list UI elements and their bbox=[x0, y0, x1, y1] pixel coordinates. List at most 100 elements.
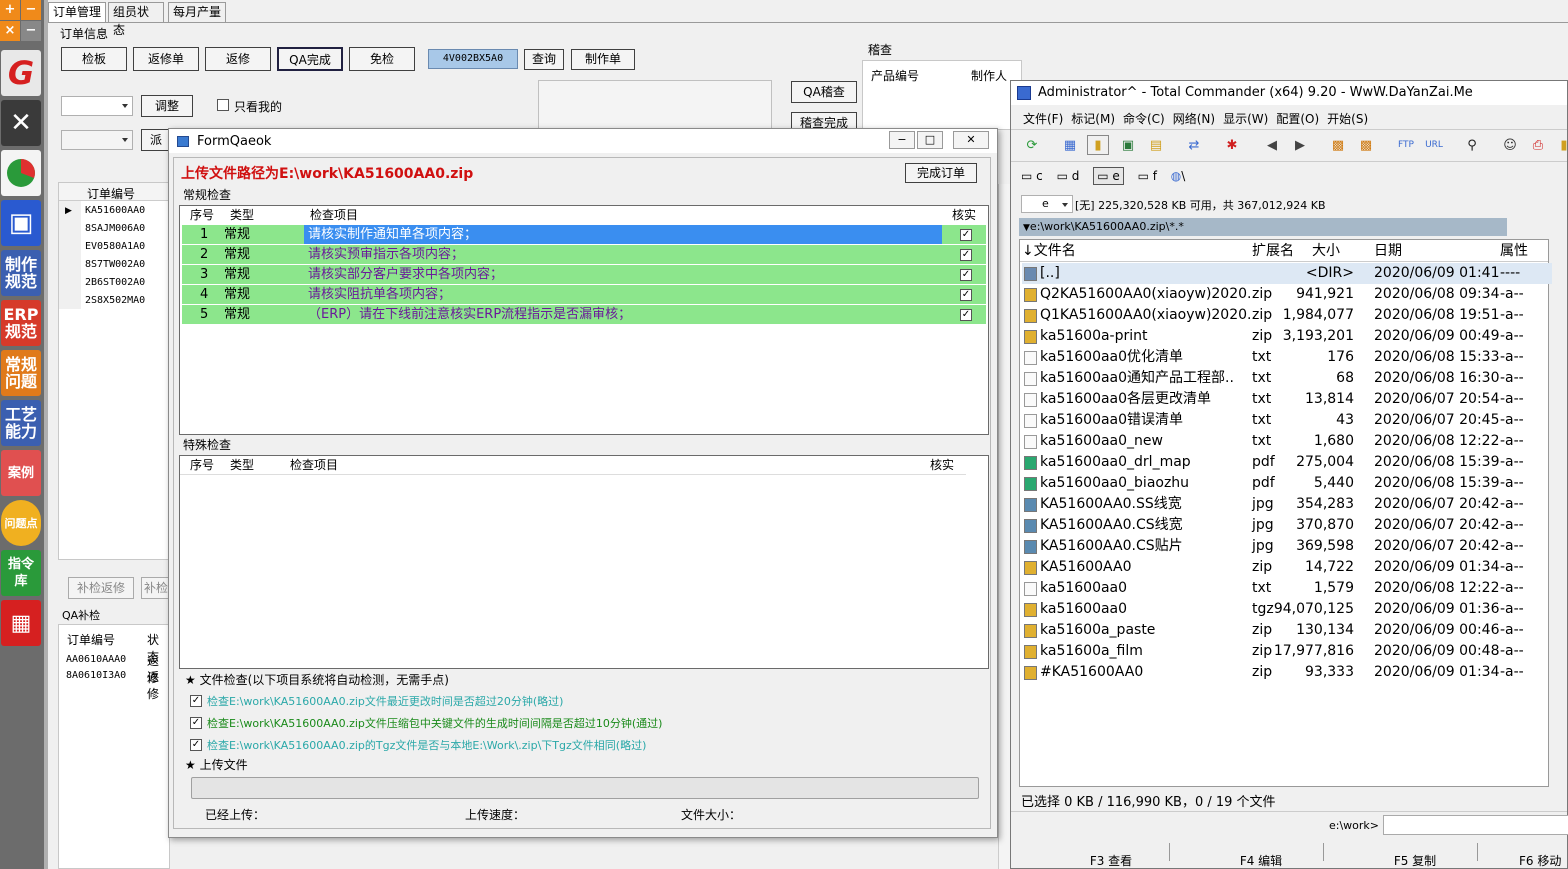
tab-monthly-output[interactable]: 每月产量 bbox=[168, 2, 226, 22]
file-row[interactable]: ka51600aa0 txt 1,579 2020/06/08 12:22 -a-- bbox=[1022, 578, 1552, 599]
genesis-logo-icon[interactable]: G bbox=[1, 50, 41, 96]
file-row[interactable]: ka51600aa0通知产品工程部.. txt 68 2020/06/08 16:30… bbox=[1022, 368, 1552, 389]
menu-command[interactable]: 命令(C) bbox=[1123, 112, 1165, 126]
verify-checkbox[interactable]: ✓ bbox=[960, 309, 972, 321]
file-row[interactable]: ka51600a_paste zip 130,134 2020/06/09 00:46… bbox=[1022, 620, 1552, 641]
menu-show[interactable]: 显示(W) bbox=[1223, 112, 1268, 126]
maximize-icon[interactable]: □ bbox=[917, 131, 943, 149]
dispatch-button[interactable]: 派 bbox=[141, 129, 171, 151]
search-binoculars-icon[interactable]: ⚲ bbox=[1461, 135, 1483, 155]
rail-item-0[interactable]: 制作 规范 bbox=[1, 250, 41, 296]
file-row[interactable]: ka51600aa0 tgz 94,070,125 2020/06/09 01:36-… bbox=[1022, 599, 1552, 620]
recheck-button[interactable]: 补检 bbox=[141, 577, 171, 599]
order-row[interactable]: 2B6ST002A0 bbox=[85, 274, 145, 292]
calendar-icon[interactable]: ▦ bbox=[1, 600, 41, 646]
menu-mark[interactable]: 标记(M) bbox=[1071, 112, 1115, 126]
repair-button[interactable]: 返修 bbox=[205, 47, 271, 71]
file-row[interactable]: ka51600aa0_biaozhu pdf 5,440 2020/06/08 15:… bbox=[1022, 473, 1552, 494]
qa-audit-button[interactable]: QA稽查 bbox=[791, 81, 857, 103]
only-mine-checkbox[interactable] bbox=[217, 99, 229, 111]
rail-item-5[interactable]: 问题点 bbox=[1, 500, 41, 546]
check-row[interactable]: 2 常规 请核实预审指示各项内容； ✓ bbox=[182, 245, 986, 265]
tools-icon[interactable]: ✕ bbox=[1, 100, 41, 146]
header-size[interactable]: 大小 bbox=[1312, 240, 1340, 262]
tree-icon[interactable]: ▤ bbox=[1145, 135, 1167, 155]
check-row[interactable]: 4 常规 请核实阻抗单各项内容； ✓ bbox=[182, 285, 986, 305]
header-attr[interactable]: 属性 bbox=[1500, 240, 1528, 262]
order-row[interactable]: KA51600AA0 bbox=[85, 202, 145, 220]
collapse-icon[interactable]: − bbox=[21, 21, 41, 41]
f3-view-button[interactable]: F3 查看 bbox=[1061, 853, 1161, 869]
drive-network[interactable]: ◍\ bbox=[1171, 169, 1186, 183]
drive-e[interactable]: ▭ e bbox=[1093, 167, 1124, 185]
tab-order-management[interactable]: 订单管理 bbox=[48, 2, 106, 22]
rail-item-6[interactable]: 指令 库 bbox=[1, 550, 41, 596]
drive-f[interactable]: ▭ f bbox=[1138, 169, 1157, 183]
drive-select[interactable]: e bbox=[1021, 195, 1073, 213]
filter-select[interactable] bbox=[61, 96, 133, 116]
recheck-repair-button[interactable]: 补检返修 bbox=[68, 577, 134, 599]
user-icon[interactable]: ☺ bbox=[1499, 135, 1521, 155]
header-ext[interactable]: 扩展名 bbox=[1252, 240, 1294, 262]
qa-row-id[interactable]: 8A0610I3A0 bbox=[66, 667, 126, 685]
file-row[interactable]: KA51600AA0 zip 14,722 2020/06/09 01:34 -a-- bbox=[1022, 557, 1552, 578]
order-row[interactable]: 8S7TW002A0 bbox=[85, 256, 145, 274]
forward-arrow-icon[interactable]: ▶ bbox=[1289, 135, 1311, 155]
full-view-icon[interactable]: ▮ bbox=[1087, 135, 1109, 155]
repair-order-button[interactable]: 返修单 bbox=[133, 47, 199, 71]
chart-pie-icon[interactable] bbox=[1, 150, 41, 196]
file-row[interactable]: Q1KA51600AA0(xiaoyw)2020.. zip 1,984,077 20… bbox=[1022, 305, 1552, 326]
tab-member-status[interactable]: 组员状态 bbox=[108, 2, 164, 37]
minimize-icon[interactable]: − bbox=[889, 131, 915, 149]
check-row[interactable]: 1 常规 请核实制作通知单各项内容； ✓ bbox=[182, 225, 986, 245]
unpack-icon[interactable]: ▩ bbox=[1355, 135, 1377, 155]
pdf-icon[interactable]: ⎙ bbox=[1527, 135, 1549, 155]
header-date[interactable]: 日期 bbox=[1374, 240, 1402, 262]
current-path-bar[interactable]: ▼e:\work\KA51600AA0.zip\*.* bbox=[1019, 218, 1507, 236]
notes-icon[interactable]: ▮ bbox=[1553, 135, 1568, 155]
qa-complete-button[interactable]: QA完成 bbox=[277, 47, 343, 71]
rail-item-4[interactable]: 案例 bbox=[1, 450, 41, 496]
compare-icon[interactable]: ⇄ bbox=[1183, 135, 1205, 155]
file-row[interactable]: ka51600aa0优化清单 txt 176 2020/06/08 15:33 -a-- bbox=[1022, 347, 1552, 368]
file-row[interactable]: KA51600AA0.CS贴片 jpg 369,598 2020/06/07 20:4… bbox=[1022, 536, 1552, 557]
menu-net[interactable]: 网络(N) bbox=[1173, 112, 1215, 126]
check-row[interactable]: 3 常规 请核实部分客户要求中各项内容； ✓ bbox=[182, 265, 986, 285]
cmdline-input[interactable] bbox=[1383, 815, 1568, 835]
menu-config[interactable]: 配置(O) bbox=[1276, 112, 1319, 126]
ftp-icon[interactable]: FTP bbox=[1395, 135, 1417, 155]
order-row[interactable]: 2S8X502MA0 bbox=[85, 292, 145, 310]
save-disk-icon[interactable]: ▣ bbox=[1, 200, 41, 246]
assign-select[interactable] bbox=[61, 130, 133, 150]
file-row[interactable]: #KA51600AA0 zip 93,333 2020/06/09 01:34 -a-- bbox=[1022, 662, 1552, 683]
file-row[interactable]: ka51600aa0_new txt 1,680 2020/06/08 12:22 -a… bbox=[1022, 431, 1552, 452]
mark-icon[interactable]: ✱ bbox=[1221, 135, 1243, 155]
verify-checkbox[interactable]: ✓ bbox=[960, 269, 972, 281]
f5-copy-button[interactable]: F5 复制 bbox=[1365, 853, 1465, 869]
minus-icon[interactable]: − bbox=[21, 0, 41, 20]
order-code-field[interactable]: 4V002BX5A0 bbox=[428, 49, 518, 69]
exempt-button[interactable]: 免检 bbox=[349, 47, 415, 71]
complete-order-button[interactable]: 完成订单 bbox=[905, 163, 977, 183]
brief-view-icon[interactable]: ▦ bbox=[1059, 135, 1081, 155]
rail-item-2[interactable]: 常规 问题 bbox=[1, 350, 41, 396]
refresh-icon[interactable]: ⟳ bbox=[1021, 135, 1043, 155]
f6-move-button[interactable]: F6 移动 bbox=[1519, 853, 1568, 869]
file-row[interactable]: [..] <DIR> 2020/06/09 01:41 ---- bbox=[1022, 263, 1552, 284]
close-icon[interactable]: × bbox=[0, 21, 20, 41]
drive-c[interactable]: ▭ c bbox=[1021, 169, 1043, 183]
drive-d[interactable]: ▭ d bbox=[1057, 169, 1080, 183]
file-row[interactable]: KA51600AA0.CS线宽 jpg 370,870 2020/06/07 20:4… bbox=[1022, 515, 1552, 536]
order-row[interactable]: 8SAJM006A0 bbox=[85, 220, 145, 238]
file-row[interactable]: ka51600a-print zip 3,193,201 2020/06/09 00:… bbox=[1022, 326, 1552, 347]
rail-item-3[interactable]: 工艺 能力 bbox=[1, 400, 41, 446]
file-row[interactable]: ka51600aa0_drl_map pdf 275,004 2020/06/08 1… bbox=[1022, 452, 1552, 473]
url-icon[interactable]: URL bbox=[1423, 135, 1445, 155]
query-button[interactable]: 查询 bbox=[524, 49, 564, 70]
back-arrow-icon[interactable]: ◀ bbox=[1261, 135, 1283, 155]
make-sheet-button[interactable]: 制作单 bbox=[571, 49, 635, 70]
file-row[interactable]: ka51600a_film zip 17,977,816 2020/06/09 00:… bbox=[1022, 641, 1552, 662]
menu-file[interactable]: 文件(F) bbox=[1023, 112, 1063, 126]
f4-edit-button[interactable]: F4 编辑 bbox=[1211, 853, 1311, 869]
check-row[interactable]: 5 常规 （ERP）请在下线前注意核实ERP流程指示是否漏审核； ✓ bbox=[182, 305, 986, 325]
